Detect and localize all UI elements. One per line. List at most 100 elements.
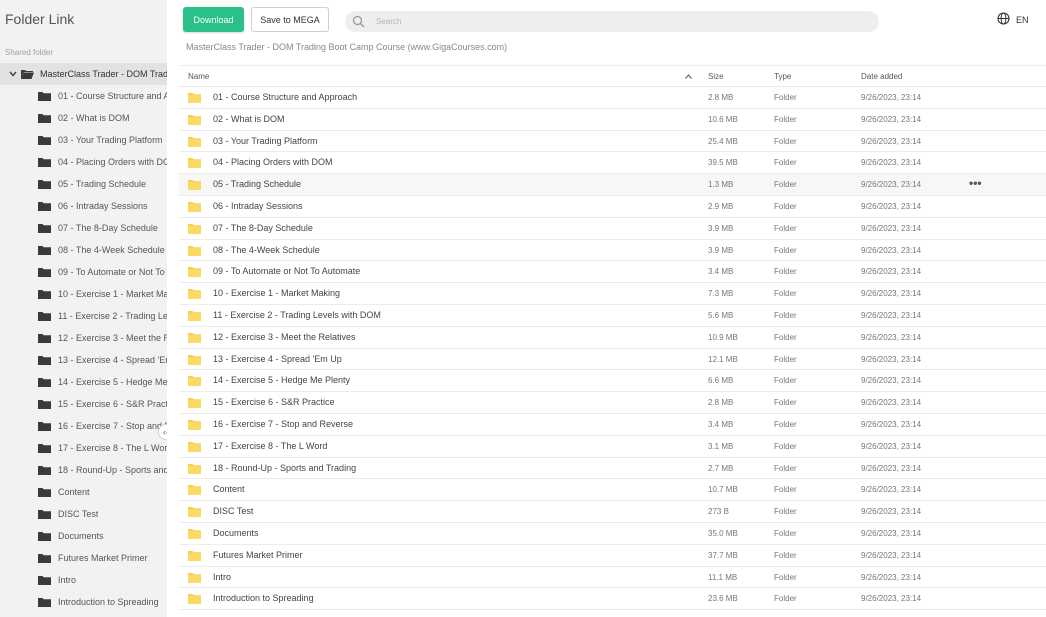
collapse-sidebar-button[interactable]: ‹‹ — [158, 424, 167, 440]
table-row[interactable]: 01 - Course Structure and Approach 2.8 MB… — [179, 87, 1046, 109]
sidebar-folder-item[interactable]: Documents — [0, 525, 167, 547]
row-name[interactable]: 14 - Exercise 5 - Hedge Me Plenty — [213, 375, 350, 385]
row-name[interactable]: 12 - Exercise 3 - Meet the Relatives — [213, 332, 356, 342]
sidebar-folder-item[interactable]: 15 - Exercise 6 - S&R Practice — [0, 393, 167, 415]
column-header-type[interactable]: Type — [774, 72, 791, 81]
column-header-size[interactable]: Size — [708, 72, 724, 81]
sidebar-folder-item[interactable]: 10 - Exercise 1 - Market Making — [0, 283, 167, 305]
sidebar-folder-item[interactable]: 12 - Exercise 3 - Meet the Relatives — [0, 327, 167, 349]
sidebar-folder-item[interactable]: Intro — [0, 569, 167, 591]
row-name[interactable]: 04 - Placing Orders with DOM — [213, 157, 333, 167]
row-name[interactable]: Futures Market Primer — [213, 550, 303, 560]
table-row[interactable]: 12 - Exercise 3 - Meet the Relatives 10.9… — [179, 327, 1046, 349]
sidebar-folder-item[interactable]: 05 - Trading Schedule — [0, 173, 167, 195]
sidebar-folder-item[interactable]: 04 - Placing Orders with DOM — [0, 151, 167, 173]
row-date: 9/26/2023, 23:14 — [861, 267, 922, 277]
sidebar-folder-item[interactable]: 01 - Course Structure and Approach — [0, 85, 167, 107]
sidebar-folder-label: 16 - Exercise 7 - Stop and Reverse — [58, 421, 167, 431]
column-header-name[interactable]: Name — [188, 72, 209, 81]
table-row[interactable]: Content 10.7 MB Folder 9/26/2023, 23:14 — [179, 479, 1046, 502]
row-type: Folder — [774, 441, 797, 451]
table-row[interactable]: Futures Market Primer 37.7 MB Folder 9/26/2… — [179, 545, 1046, 567]
table-row[interactable]: 07 - The 8-Day Schedule 3.9 MB Folder 9/26/… — [179, 218, 1046, 240]
table-row[interactable]: 14 - Exercise 5 - Hedge Me Plenty 6.6 MB F… — [179, 370, 1046, 393]
sidebar-folder-item[interactable]: 06 - Intraday Sessions — [0, 195, 167, 217]
row-name[interactable]: 09 - To Automate or Not To Automate — [213, 266, 360, 276]
sidebar-folder-item[interactable]: 07 - The 8-Day Schedule — [0, 217, 167, 239]
table-row[interactable]: 18 - Round-Up - Sports and Trading 2.7 MB… — [179, 458, 1046, 480]
sidebar-folder-item[interactable]: 03 - Your Trading Platform — [0, 129, 167, 151]
table-row[interactable]: 10 - Exercise 1 - Market Making 7.3 MB Fol… — [179, 283, 1046, 305]
download-button[interactable]: Download — [183, 7, 244, 32]
row-name[interactable]: 02 - What is DOM — [213, 114, 285, 124]
row-name[interactable]: Content — [213, 484, 245, 494]
row-name[interactable]: 01 - Course Structure and Approach — [213, 92, 357, 102]
sort-ascending-icon[interactable] — [685, 72, 692, 81]
row-type: Folder — [774, 267, 797, 277]
row-name[interactable]: 08 - The 4-Week Schedule — [213, 245, 320, 255]
table-row[interactable]: 05 - Trading Schedule 1.3 MB Folder 9/26/20… — [179, 174, 1046, 196]
row-name[interactable]: 06 - Intraday Sessions — [213, 201, 303, 211]
column-header-date[interactable]: Date added — [861, 72, 902, 81]
save-to-mega-button[interactable]: Save to MEGA — [251, 7, 329, 32]
folder-icon — [188, 550, 201, 561]
row-name[interactable]: Intro — [213, 572, 231, 582]
row-name[interactable]: 03 - Your Trading Platform — [213, 136, 318, 146]
row-name[interactable]: 10 - Exercise 1 - Market Making — [213, 288, 340, 298]
row-name[interactable]: Documents — [213, 528, 259, 538]
sidebar-folder-label: 11 - Exercise 2 - Trading Levels with DO… — [58, 311, 167, 321]
row-size: 3.9 MB — [708, 223, 734, 233]
folder-icon — [188, 484, 201, 496]
more-options-icon[interactable]: ••• — [969, 176, 982, 190]
table-row[interactable]: 13 - Exercise 4 - Spread 'Em Up 12.1 MB Fo… — [179, 349, 1046, 371]
row-name[interactable]: 18 - Round-Up - Sports and Trading — [213, 463, 356, 473]
search-bar[interactable] — [345, 11, 879, 32]
table-row[interactable]: 06 - Intraday Sessions 2.9 MB Folder 9/26/2… — [179, 196, 1046, 218]
table-row[interactable]: Documents 35.0 MB Folder 9/26/2023, 23:14 — [179, 523, 1046, 545]
row-name[interactable]: 17 - Exercise 8 - The L Word — [213, 441, 327, 451]
sidebar-folder-item[interactable]: 16 - Exercise 7 - Stop and Reverse — [0, 415, 167, 437]
sidebar-folder-item[interactable]: Futures Market Primer — [0, 547, 167, 569]
row-name[interactable]: 11 - Exercise 2 - Trading Levels with DO… — [213, 310, 381, 320]
tree-root-item[interactable]: MasterClass Trader - DOM Trading Boot Ca… — [0, 63, 167, 85]
table-row[interactable]: 08 - The 4-Week Schedule 3.9 MB Folder 9/26… — [179, 240, 1046, 262]
table-row[interactable]: 09 - To Automate or Not To Automate 3.4 M… — [179, 261, 1046, 284]
sidebar-folder-item[interactable]: 14 - Exercise 5 - Hedge Me Plenty — [0, 371, 167, 393]
sidebar-folder-item[interactable]: DISC Test — [0, 503, 167, 525]
table-row[interactable]: 11 - Exercise 2 - Trading Levels with DO… — [179, 305, 1046, 327]
sidebar-folder-item[interactable]: 17 - Exercise 8 - The L Word — [0, 437, 167, 459]
table-row[interactable]: 04 - Placing Orders with DOM 39.5 MB Folde… — [179, 152, 1046, 175]
sidebar-folder-item[interactable]: Content — [0, 481, 167, 503]
table-row[interactable]: 16 - Exercise 7 - Stop and Reverse 3.4 MB… — [179, 414, 1046, 436]
table-row[interactable]: 15 - Exercise 6 - S&R Practice 2.8 MB Fold… — [179, 392, 1046, 414]
table-row[interactable]: Intro 11.1 MB Folder 9/26/2023, 23:14 — [179, 567, 1046, 589]
row-name[interactable]: DISC Test — [213, 506, 253, 516]
sidebar-folder-item[interactable]: 08 - The 4-Week Schedule — [0, 239, 167, 261]
row-name[interactable]: 07 - The 8-Day Schedule — [213, 223, 313, 233]
language-selector[interactable]: EN — [997, 12, 1029, 27]
chevron-down-icon[interactable] — [9, 69, 17, 79]
table-row[interactable]: DISC Test 273 B Folder 9/26/2023, 23:14 — [179, 501, 1046, 523]
row-name[interactable]: 05 - Trading Schedule — [213, 179, 301, 189]
sidebar-folder-item[interactable]: 18 - Round-Up - Sports and Trading — [0, 459, 167, 481]
table-row[interactable]: 17 - Exercise 8 - The L Word 3.1 MB Folder… — [179, 436, 1046, 458]
row-size: 3.1 MB — [708, 441, 734, 451]
table-row[interactable]: 03 - Your Trading Platform 25.4 MB Folder 9… — [179, 131, 1046, 153]
search-input[interactable] — [376, 13, 856, 30]
row-name[interactable]: 15 - Exercise 6 - S&R Practice — [213, 397, 335, 407]
sidebar-folder-item[interactable]: 02 - What is DOM — [0, 107, 167, 129]
sidebar-section-label: Shared folder — [5, 48, 54, 57]
row-name[interactable]: 13 - Exercise 4 - Spread 'Em Up — [213, 354, 342, 364]
sidebar-folder-item[interactable]: 09 - To Automate or Not To Automate — [0, 261, 167, 283]
sidebar-folder-item[interactable]: 13 - Exercise 4 - Spread 'Em Up — [0, 349, 167, 371]
folder-icon — [38, 267, 51, 277]
table-row[interactable]: Introduction to Spreading 23.6 MB Folder 9/… — [179, 588, 1046, 611]
table-row[interactable]: 02 - What is DOM 10.6 MB Folder 9/26/2023, … — [179, 109, 1046, 131]
row-name[interactable]: 16 - Exercise 7 - Stop and Reverse — [213, 419, 353, 429]
row-name[interactable]: Introduction to Spreading — [213, 593, 314, 603]
sidebar-folder-item[interactable]: 11 - Exercise 2 - Trading Levels with DO… — [0, 305, 167, 327]
sidebar-folder-item[interactable]: Introduction to Spreading — [0, 591, 167, 613]
row-type: Folder — [774, 114, 797, 124]
row-type: Folder — [774, 528, 797, 538]
row-size: 2.7 MB — [708, 463, 734, 473]
